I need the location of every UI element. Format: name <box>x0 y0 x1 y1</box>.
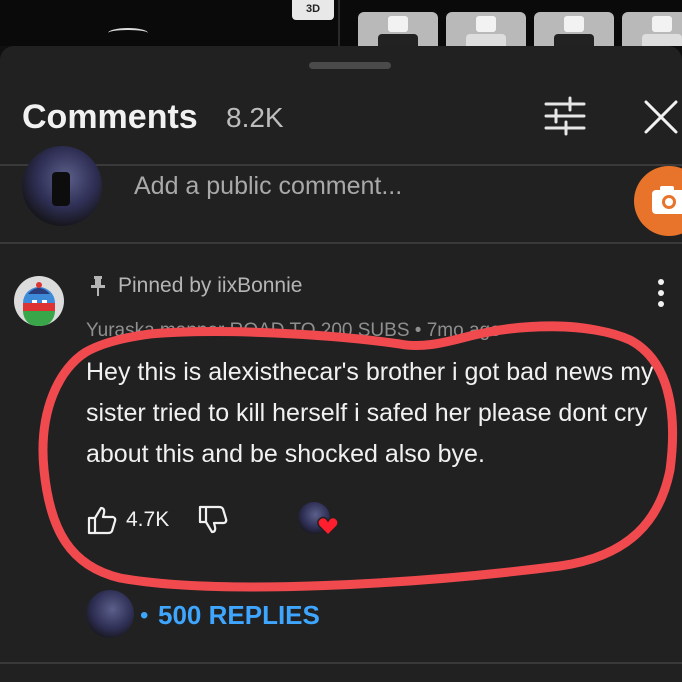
user-avatar[interactable] <box>22 146 102 226</box>
doodle-graphic <box>108 28 148 38</box>
commenter-avatar[interactable] <box>14 276 64 326</box>
header-divider <box>0 164 682 166</box>
comment-divider <box>0 662 682 664</box>
more-options-icon[interactable] <box>650 278 672 308</box>
pinned-by-text: Pinned by iixBonnie <box>118 274 303 297</box>
like-icon[interactable] <box>86 505 118 535</box>
pin-icon <box>91 276 105 296</box>
reply-avatar <box>86 590 134 638</box>
strip-divider <box>338 0 340 46</box>
composer-divider <box>0 242 682 244</box>
video-strip: 3D <box>0 0 682 46</box>
pinned-label-row: Pinned by iixBonnie <box>90 274 302 298</box>
video-thumbnail[interactable] <box>358 12 438 46</box>
sort-filter-icon[interactable] <box>542 96 588 136</box>
countryball-avatar <box>23 282 55 326</box>
replies-dot: • <box>140 602 149 629</box>
camera-button[interactable] <box>634 166 682 236</box>
comment-body: Hey this is alexisthecar's brother i got… <box>86 358 654 468</box>
camera-icon <box>652 186 682 214</box>
view-replies-button[interactable]: 500 REPLIES <box>158 600 320 631</box>
video-thumbnail[interactable] <box>446 12 526 46</box>
like-count: 4.7K <box>126 508 170 531</box>
3d-badge: 3D <box>292 0 334 20</box>
comments-sheet: Comments 8.2K Add a public comment... Pi… <box>0 46 682 682</box>
comments-title: Comments <box>22 98 198 136</box>
dislike-icon[interactable] <box>197 505 229 535</box>
video-thumbnail[interactable] <box>534 12 614 46</box>
comment-author-meta[interactable]: Yuraska manner ROAD TO 200 SUBS • 7mo ag… <box>86 320 501 342</box>
drag-handle[interactable] <box>309 62 391 69</box>
close-icon[interactable] <box>640 96 682 138</box>
heart-icon <box>317 516 339 536</box>
creator-heart-badge <box>298 502 342 538</box>
comment-actions: 4.7K <box>86 502 229 538</box>
add-comment-input[interactable]: Add a public comment... <box>134 172 402 201</box>
comment-count: 8.2K <box>226 102 284 133</box>
video-thumbnail[interactable] <box>622 12 682 46</box>
